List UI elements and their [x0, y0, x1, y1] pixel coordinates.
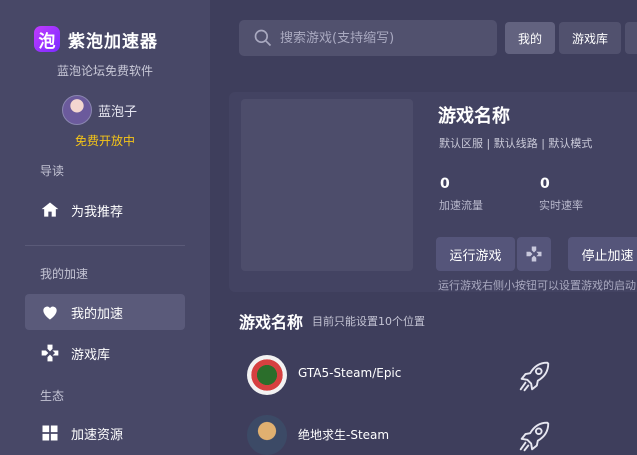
app-name: 紫泡加速器 [68, 31, 158, 52]
sidebar-item-my-acceleration[interactable]: 我的加速 [25, 294, 185, 330]
search-icon [254, 29, 272, 47]
sidebar-item-label: 我的加速 [71, 306, 124, 322]
username: 蓝泡子 [98, 104, 138, 120]
list-subtitle: 目前只能设置10个位置 [312, 315, 425, 328]
rocket-icon[interactable] [515, 357, 553, 395]
gamepad-icon [41, 344, 59, 362]
stop-acceleration-button[interactable]: 停止加速 [568, 237, 637, 271]
sidebar-divider [25, 245, 185, 246]
user-profile[interactable]: 蓝泡子 [62, 95, 137, 125]
section-label-my-accel: 我的加速 [40, 267, 89, 281]
search-box[interactable] [239, 20, 497, 56]
game-settings-button[interactable] [517, 237, 551, 271]
sidebar-item-recommend[interactable]: 为我推荐 [25, 192, 185, 228]
run-hint: 运行游戏右侧小按钮可以设置游戏的启动 [438, 279, 636, 292]
search-input[interactable] [280, 30, 480, 46]
game-row[interactable]: 绝地求生-Steam [239, 408, 637, 455]
sidebar-item-label: 为我推荐 [71, 204, 124, 220]
sidebar-item-resources[interactable]: 加速资源 [25, 415, 185, 451]
gamepad-icon [526, 246, 542, 262]
logo-badge: 泡 [34, 26, 60, 52]
list-title: 游戏名称 [239, 313, 304, 332]
run-game-button[interactable]: 运行游戏 [436, 237, 515, 271]
traffic-label: 加速流量 [439, 199, 483, 212]
home-icon [41, 202, 59, 217]
sidebar-item-label: 加速资源 [71, 427, 124, 443]
grid-icon [42, 425, 58, 441]
pubg-icon [247, 415, 287, 455]
avatar[interactable] [62, 95, 92, 125]
rocket-icon[interactable] [515, 417, 553, 455]
heart-icon [43, 306, 57, 320]
game-row-name: GTA5-Steam/Epic [298, 366, 402, 380]
main-content: 我的 游戏库 游戏名称 默认区服 | 默认线路 | 默认模式 0 加速流量 0 … [210, 0, 637, 455]
sidebar-item-label: 游戏库 [71, 347, 111, 363]
gta5-icon [247, 355, 287, 395]
free-badge: 免费开放中 [74, 134, 135, 148]
traffic-value: 0 [440, 176, 450, 192]
speed-value: 0 [540, 176, 550, 192]
sidebar-item-game-library[interactable]: 游戏库 [25, 335, 185, 371]
game-cover-placeholder [241, 99, 413, 271]
section-label-guide: 导读 [40, 164, 65, 178]
game-row[interactable]: GTA5-Steam/Epic [239, 348, 637, 402]
tab-mine[interactable]: 我的 [505, 22, 555, 54]
current-game-title: 游戏名称 [438, 106, 510, 127]
game-row-name: 绝地求生-Steam [298, 428, 390, 442]
app-logo: 泡 紫泡加速器 [34, 26, 158, 52]
tab-game-library[interactable]: 游戏库 [559, 22, 621, 54]
app-subtitle: 蓝泡论坛免费软件 [56, 64, 153, 78]
current-game-meta: 默认区服 | 默认线路 | 默认模式 [439, 137, 593, 150]
sidebar: 泡 紫泡加速器 蓝泡论坛免费软件 蓝泡子 免费开放中 导读 为我推荐 我的加速 … [0, 0, 210, 455]
tab-more[interactable] [625, 22, 637, 54]
section-label-ecosystem: 生态 [40, 389, 65, 403]
speed-label: 实时速率 [539, 199, 583, 212]
